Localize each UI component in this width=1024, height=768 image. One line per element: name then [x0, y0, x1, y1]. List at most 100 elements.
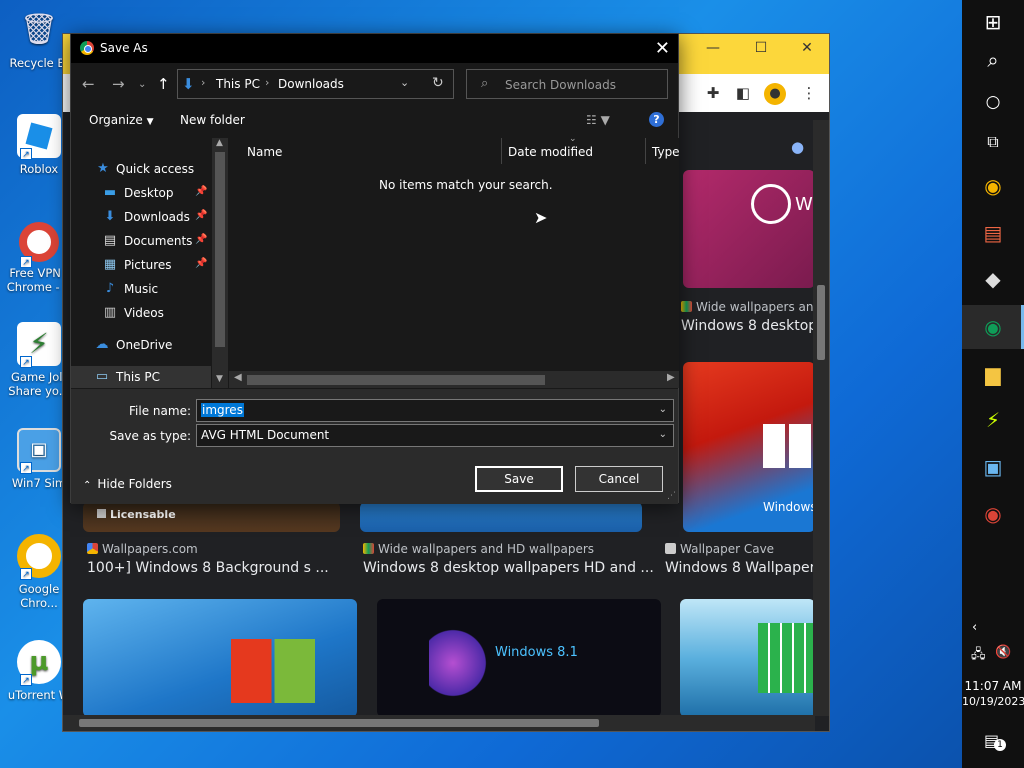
task-view-icon: ⧉ [987, 132, 999, 151]
organize-button[interactable]: Organize ▼ [89, 113, 154, 127]
nav-item-this-pc[interactable]: ▭ This PC [71, 366, 211, 388]
result-source: Wallpapers.com [87, 542, 347, 556]
taskbar-chrome[interactable]: ◉ [962, 305, 1024, 349]
network-icon[interactable]: 🖧 [971, 645, 986, 667]
file-pane-horizontal-scrollbar[interactable]: ◀ ▶ [229, 371, 679, 388]
refresh-icon[interactable]: ↻ [432, 75, 444, 91]
address-dropdown-icon[interactable]: ⌄ [400, 76, 409, 89]
scroll-left-arrow-icon[interactable]: ◀ [234, 372, 242, 383]
column-header-date-modified[interactable]: Date modified [508, 145, 593, 171]
pin-icon[interactable]: 📌 [195, 258, 207, 269]
scroll-up-arrow-icon[interactable]: ▲ [216, 138, 223, 148]
scroll-right-arrow-icon[interactable]: ▶ [667, 372, 675, 383]
save-button[interactable]: Save [475, 466, 563, 492]
breadcrumb-this-pc[interactable]: This PC [216, 77, 260, 91]
cortana-button[interactable]: ○ [962, 78, 1024, 122]
maximize-icon[interactable]: ☐ [741, 40, 781, 56]
resize-grip-icon[interactable]: ⋰ [667, 491, 676, 501]
help-icon[interactable]: ? [649, 112, 664, 127]
back-arrow-icon[interactable]: ← [82, 75, 95, 93]
column-header-type[interactable]: Type [652, 145, 680, 171]
taskbar-store[interactable]: ▤ [962, 211, 1024, 255]
tile-brand-text: Windows 8.1 [495, 645, 578, 660]
pin-icon[interactable]: 📌 [195, 234, 207, 245]
chevron-down-icon[interactable]: ⌄ [659, 404, 667, 415]
nav-item-pictures[interactable]: ▦ Pictures 📌 [71, 254, 211, 276]
minimize-icon[interactable]: — [693, 40, 733, 56]
win7-sim-icon: ▣ [983, 455, 1003, 479]
windows-logo-icon [763, 424, 813, 468]
taskbar-chrome-canary[interactable]: ◉ [962, 164, 1024, 208]
close-icon[interactable]: ✕ [655, 38, 670, 59]
view-options-icon[interactable]: ☷ ▼ [586, 113, 610, 127]
side-panel-icon[interactable]: ◧ [733, 83, 753, 103]
save-as-type-value: AVG HTML Document [201, 428, 330, 442]
result-image-win8-sea[interactable] [680, 599, 815, 717]
address-bar[interactable]: ⬇ › This PC › Downloads ⌄ ↻ [177, 69, 454, 99]
forward-arrow-icon[interactable]: → [112, 75, 125, 93]
shortcut-arrow-icon: ↗ [20, 356, 32, 368]
browser-horizontal-scrollbar[interactable] [63, 715, 815, 731]
extensions-icon[interactable]: ✚ [703, 83, 723, 103]
result-image-red-windows[interactable]: Windows [683, 362, 815, 532]
result-image-pink-win8[interactable]: Wi [683, 170, 815, 288]
column-divider[interactable] [501, 138, 502, 164]
menu-icon[interactable]: ⋮ [799, 83, 819, 103]
recycle-bin-icon: 🗑 [19, 12, 59, 47]
task-view-button[interactable]: ⧉ [962, 118, 1024, 162]
pin-icon[interactable]: 📌 [195, 186, 207, 197]
file-name-field[interactable]: imgres ⌄ [196, 399, 674, 422]
result-image-blue-2[interactable] [360, 502, 642, 532]
volume-muted-icon[interactable]: 🔇 [995, 645, 1011, 660]
roblox-icon: ◆ [985, 267, 1001, 291]
pin-icon[interactable]: 📌 [195, 210, 207, 221]
taskbar-clock[interactable]: 11:07 AM 10/19/2023 [962, 678, 1024, 710]
result-image-blue-1[interactable]: Licensable [83, 502, 340, 532]
browser-vertical-scrollbar[interactable] [813, 120, 829, 716]
taskbar-chrome-vpn[interactable]: ◉ [962, 492, 1024, 536]
search-box[interactable]: ⌕ [466, 69, 668, 99]
nav-item-quick-access[interactable]: ★ Quick access [71, 158, 211, 180]
search-icon: ⌕ [481, 76, 489, 91]
taskbar-roblox[interactable]: ◆ [962, 257, 1024, 301]
downloads-folder-icon: ⬇ [182, 75, 195, 93]
chevron-down-icon[interactable]: ⌄ [659, 429, 667, 440]
taskbar-file-explorer[interactable]: ▆ [962, 352, 1024, 396]
nav-item-videos[interactable]: ▥ Videos [71, 302, 211, 324]
nav-pane-scrollbar[interactable]: ▲ ▼ [212, 138, 228, 388]
nav-item-documents[interactable]: ▤ Documents 📌 [71, 230, 211, 252]
file-list-pane: Name ⌄ Date modified Type No items match… [229, 134, 680, 388]
result-image-win7-logo[interactable] [83, 599, 357, 717]
taskbar-game-jolt[interactable]: ⚡ [962, 398, 1024, 442]
nav-item-onedrive[interactable]: ☁ OneDrive [71, 334, 211, 356]
recent-locations-chevron-icon[interactable]: ⌄ [138, 79, 146, 90]
hide-folders-button[interactable]: ⌃ Hide Folders [83, 477, 172, 491]
taskbar-win7-sim[interactable]: ▣ [962, 445, 1024, 489]
shortcut-arrow-icon: ↗ [20, 462, 32, 474]
nav-item-desktop[interactable]: ▬ Desktop 📌 [71, 182, 211, 204]
close-icon[interactable]: ✕ [787, 40, 827, 56]
breadcrumb-downloads[interactable]: Downloads [278, 77, 344, 91]
scroll-down-arrow-icon[interactable]: ▼ [216, 374, 223, 384]
show-hidden-icons-chevron[interactable]: ‹ [972, 620, 977, 635]
save-as-type-select[interactable]: AVG HTML Document ⌄ [196, 424, 674, 447]
microphone-icon[interactable]: ● [791, 138, 804, 156]
new-folder-button[interactable]: New folder [180, 113, 245, 127]
search-input[interactable] [505, 76, 660, 93]
profile-avatar[interactable]: ● [764, 83, 786, 105]
result-title[interactable]: 100+] Windows 8 Background s ... [87, 560, 357, 576]
result-title[interactable]: Windows 8 Wallpapers [665, 560, 815, 576]
nav-item-music[interactable]: ♪ Music [71, 278, 211, 300]
column-divider[interactable] [645, 138, 646, 164]
column-header-name[interactable]: Name [247, 145, 282, 171]
result-title[interactable]: Windows 8 desktop w [681, 318, 815, 334]
result-image-win81[interactable]: Windows 8.1 [377, 599, 661, 717]
dialog-navbar: ← → ⌄ ↑ ⬇ › This PC › Downloads ⌄ ↻ ⌕ [71, 63, 678, 105]
nav-item-downloads[interactable]: ⬇ Downloads 📌 [71, 206, 211, 228]
game-jolt-icon: ⚡ [985, 408, 1001, 432]
cancel-button[interactable]: Cancel [575, 466, 663, 492]
taskbar: ⊞ ⌕ ○ ⧉ ◉ ▤ ◆ ◉ ▆ ⚡ ▣ ◉ ‹ 🖧 🔇 11:07 AM 1… [962, 0, 1024, 768]
up-arrow-icon[interactable]: ↑ [157, 75, 170, 93]
search-button[interactable]: ⌕ [962, 38, 1024, 82]
result-title[interactable]: Windows 8 desktop wallpapers HD and ... [363, 560, 653, 576]
